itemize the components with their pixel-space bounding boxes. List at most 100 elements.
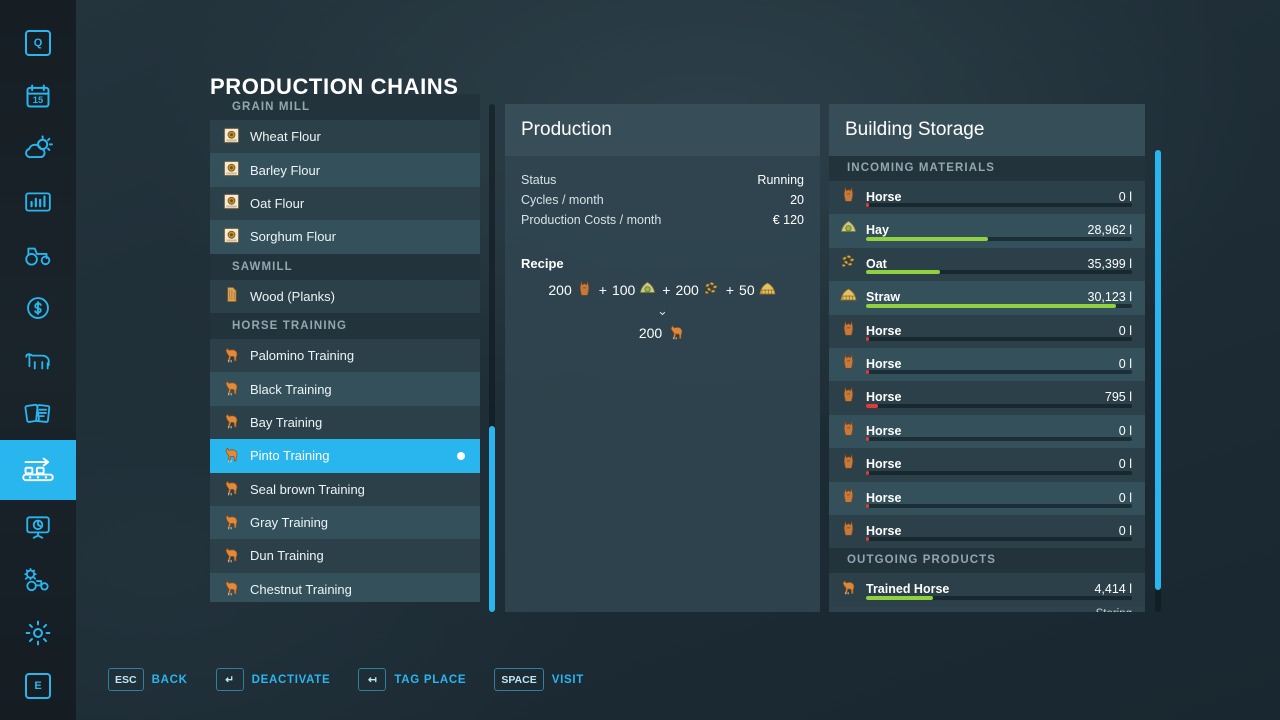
horse-head-icon: [839, 385, 858, 409]
production-list-scrollbar[interactable]: [489, 104, 495, 612]
storage-row[interactable]: Hay 28,962 l: [829, 214, 1145, 247]
production-stat-row: StatusRunning: [521, 170, 804, 190]
help-action[interactable]: ESCBACK: [108, 668, 188, 691]
storage-row[interactable]: Horse795 l: [829, 381, 1145, 414]
storage-fill-bar: [866, 596, 1132, 600]
list-item[interactable]: Gray Training: [210, 506, 480, 539]
list-item[interactable]: Pinto Training: [210, 439, 480, 472]
list-item[interactable]: Wheat Flour: [210, 120, 480, 153]
recipe-input-amount: 100: [612, 282, 635, 298]
key-q-icon: Q: [25, 30, 51, 56]
storage-row-amount: 0 l: [1119, 491, 1132, 505]
help-action[interactable]: ↤TAG PLACE: [358, 668, 466, 691]
storage-fill-bar: [866, 203, 1132, 207]
sidebar-item-production-chains[interactable]: [0, 440, 76, 500]
list-item-label: Palomino Training: [250, 348, 354, 363]
trained-horse-icon: [667, 322, 686, 344]
stat-key: Status: [521, 170, 556, 190]
storage-row[interactable]: Horse0 l: [829, 515, 1145, 548]
gear-icon: [24, 619, 52, 647]
recipe-plus-sign: +: [599, 282, 607, 298]
horse-icon: [222, 512, 241, 534]
list-item[interactable]: Seal brown Training: [210, 473, 480, 506]
sidebar-item-animals[interactable]: [0, 334, 76, 387]
storage-row-name: Hay: [866, 223, 1080, 237]
help-label: DEACTIVATE: [252, 674, 331, 686]
sidebar-item-vehicles[interactable]: [0, 228, 76, 281]
storage-row-name: Oat: [866, 257, 1080, 271]
list-item-label: Wood (Planks): [250, 289, 335, 304]
storage-row[interactable]: Horse0 l: [829, 315, 1145, 348]
cow-icon: [23, 349, 53, 373]
storage-fill-bar: [866, 471, 1132, 475]
flour-sack-icon: [222, 126, 241, 148]
sidebar-item-finances[interactable]: [0, 281, 76, 334]
list-item-label: Bay Training: [250, 415, 322, 430]
building-storage-scrollbar[interactable]: [1155, 150, 1161, 612]
list-item[interactable]: Chestnut Training: [210, 573, 480, 602]
horse-head-icon: [839, 319, 858, 343]
help-keycap: ↵: [216, 668, 244, 691]
production-stat-row: Production Costs / month € 120: [521, 210, 804, 230]
storage-row-name: Horse: [866, 457, 1111, 471]
recipe-input-amount: 50: [739, 282, 755, 298]
storage-row[interactable]: Horse0 l: [829, 448, 1145, 481]
recipe-plus-sign: +: [726, 282, 734, 298]
production-stats: StatusRunningCycles / month20Production …: [521, 170, 804, 230]
sidebar-item-settings[interactable]: [0, 606, 76, 659]
storage-row[interactable]: Horse0 l: [829, 415, 1145, 448]
storage-row-name: Horse: [866, 324, 1111, 338]
storage-row-amount: 4,414 l: [1094, 582, 1132, 596]
storage-row[interactable]: Horse0 l: [829, 181, 1145, 214]
flour-sack-icon: [222, 192, 241, 214]
list-group-header: GRAIN MILL: [210, 94, 480, 120]
sidebar-item-help-key-q[interactable]: Q: [0, 16, 76, 69]
list-item[interactable]: Palomino Training: [210, 339, 480, 372]
list-item-label: Black Training: [250, 382, 332, 397]
storage-row[interactable]: Horse0 l: [829, 348, 1145, 381]
storage-row-amount: 0 l: [1119, 357, 1132, 371]
sidebar-item-vehicle-settings[interactable]: [0, 553, 76, 606]
production-panel: Production StatusRunningCycles / month20…: [505, 104, 820, 612]
list-item[interactable]: Black Training: [210, 372, 480, 405]
sidebar-item-weather[interactable]: [0, 122, 76, 175]
stat-value: € 120: [773, 210, 804, 230]
list-item-label: Dun Training: [250, 548, 324, 563]
help-label: VISIT: [552, 674, 584, 686]
storage-row[interactable]: Oat35,399 l: [829, 248, 1145, 281]
production-list[interactable]: GRAIN MILLWheat Flour Barley Flour Oat Flo…: [210, 94, 480, 602]
list-item-label: Oat Flour: [250, 196, 304, 211]
production-panel-title: Production: [505, 104, 820, 156]
list-item[interactable]: Bay Training: [210, 406, 480, 439]
stat-key: Production Costs / month: [521, 210, 661, 230]
list-item-label: Barley Flour: [250, 163, 320, 178]
help-keycap: SPACE: [494, 668, 543, 691]
sidebar-item-calendar[interactable]: 15: [0, 69, 76, 122]
storage-row-amount: 28,962 l: [1088, 223, 1132, 237]
sidebar-item-statistics[interactable]: [0, 175, 76, 228]
storage-row-amount: 795 l: [1105, 390, 1132, 404]
storage-row[interactable]: Trained Horse4,414 lStoring: [829, 573, 1145, 606]
calendar-15-icon: 15: [24, 82, 52, 110]
list-item[interactable]: Oat Flour: [210, 187, 480, 220]
sidebar-item-contracts[interactable]: [0, 387, 76, 440]
list-item[interactable]: Barley Flour: [210, 153, 480, 186]
help-action[interactable]: ↵ DEACTIVATE: [216, 668, 331, 691]
sidebar-item-tutorial[interactable]: [0, 500, 76, 553]
list-item[interactable]: Wood (Planks): [210, 280, 480, 313]
storage-section-header: INCOMING MATERIALS: [829, 156, 1145, 181]
horse-icon: [222, 545, 241, 567]
list-item[interactable]: Dun Training: [210, 539, 480, 572]
flour-sack-icon: [222, 159, 241, 181]
recipe-plus-sign: +: [662, 282, 670, 298]
sidebar-item-help-key-e[interactable]: E: [0, 659, 76, 712]
building-storage-list[interactable]: INCOMING MATERIALSHorse0 lHay28,962 lOat…: [829, 156, 1145, 607]
help-action[interactable]: SPACE VISIT: [494, 668, 584, 691]
storage-row[interactable]: Straw30,123 l: [829, 281, 1145, 314]
list-item[interactable]: Sorghum Flour: [210, 220, 480, 253]
horse-head-icon: [839, 519, 858, 543]
oat-icon: [702, 279, 721, 301]
storage-section-header: OUTGOING PRODUCTS: [829, 548, 1145, 573]
storage-row[interactable]: Horse0 l: [829, 482, 1145, 515]
storage-fill-bar: [866, 504, 1132, 508]
